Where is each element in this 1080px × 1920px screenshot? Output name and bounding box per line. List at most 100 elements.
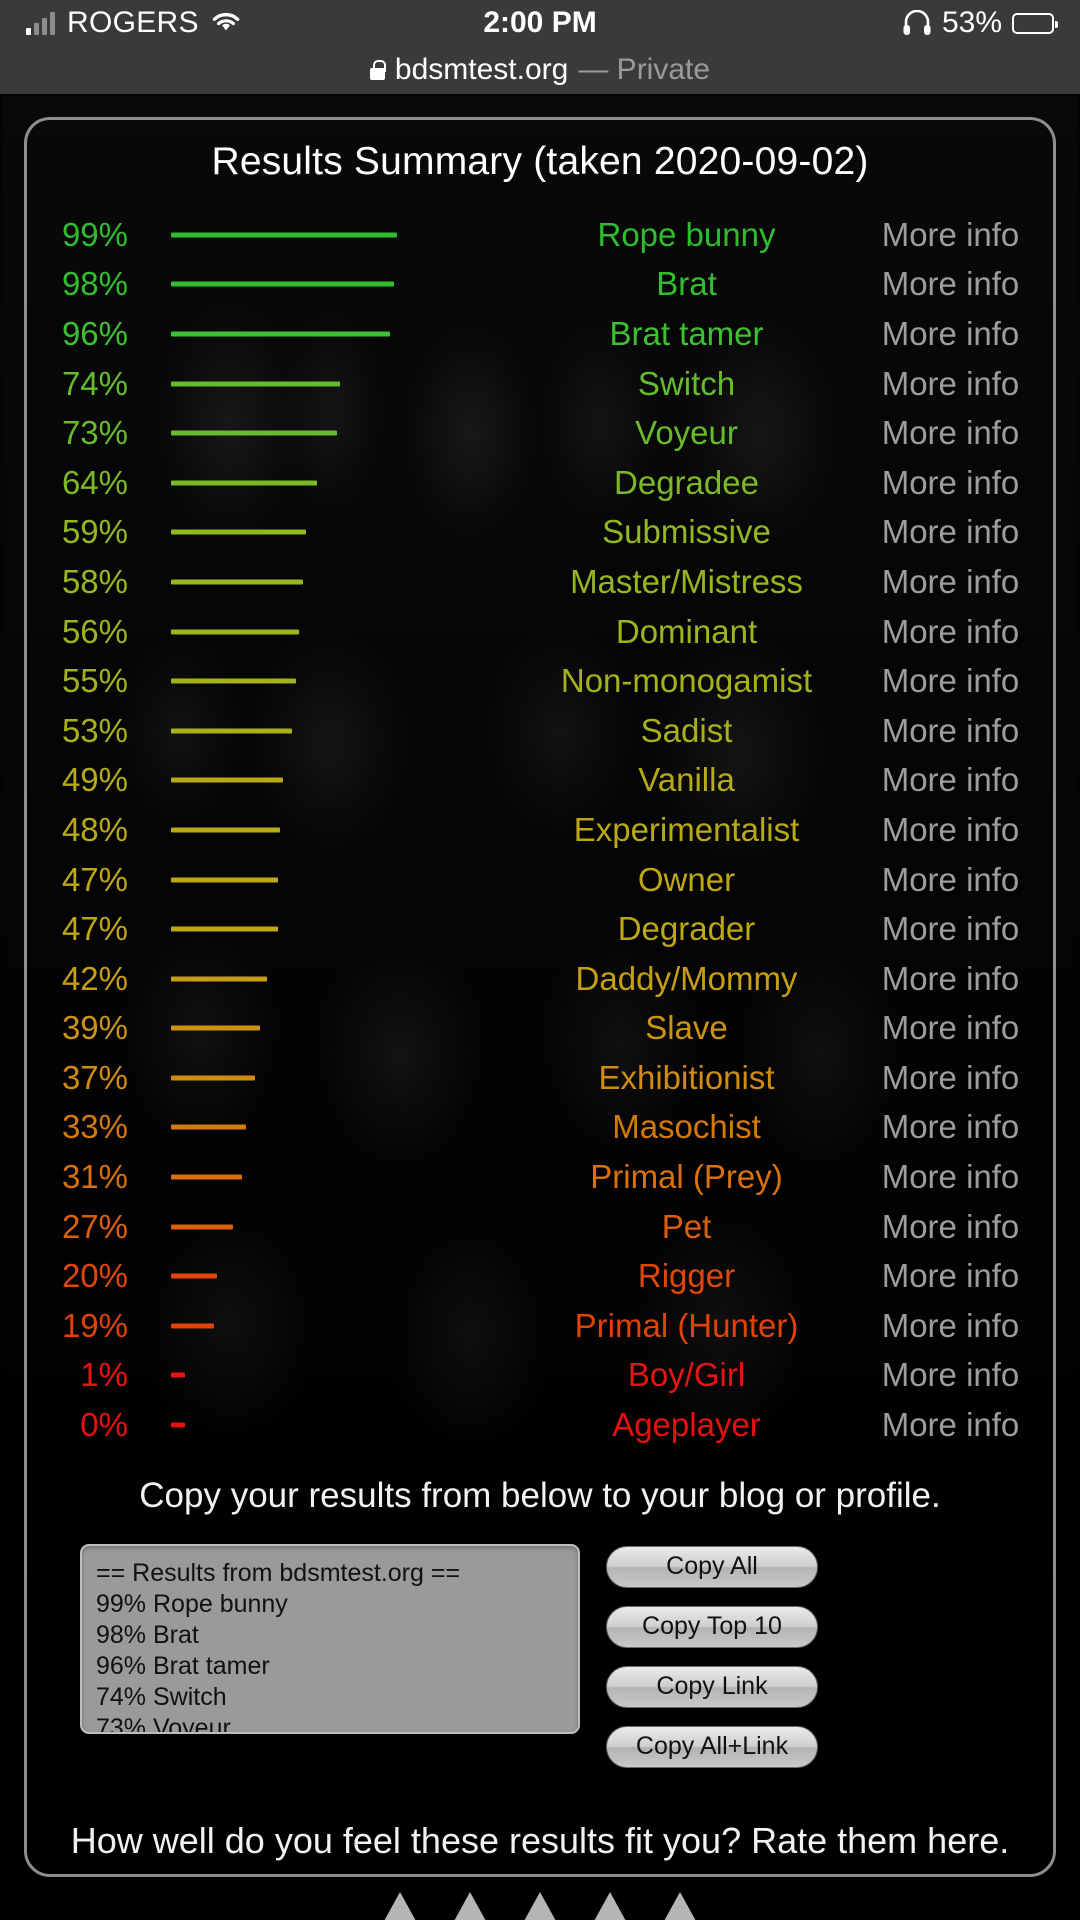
result-bar xyxy=(171,381,340,387)
lock-icon xyxy=(369,60,386,80)
rate-prompt-text: How well do you feel these results fit y… xyxy=(70,1819,1010,1861)
more-info-link[interactable]: More info xyxy=(829,265,1080,303)
more-info-link[interactable]: More info xyxy=(829,662,1080,700)
page-content: Results Summary (taken 2020-09-02) 99% Ro… xyxy=(0,140,1080,1920)
result-bar-cell xyxy=(146,1202,544,1252)
star-icon[interactable] xyxy=(588,1891,632,1920)
result-label: Experimentalist xyxy=(573,810,800,848)
result-bar xyxy=(171,926,279,932)
result-label: Primal (Hunter) xyxy=(574,1306,799,1344)
more-info-link[interactable]: More info xyxy=(829,1059,1080,1097)
ios-status-bar: ROGERS 2:00 PM 53% xyxy=(0,0,1080,46)
result-bar-cell xyxy=(146,260,544,310)
result-bar xyxy=(171,529,306,535)
star-icon[interactable] xyxy=(448,1891,492,1920)
browser-url-bar[interactable]: bdsmtest.org — Private xyxy=(0,46,1080,94)
more-info-link[interactable]: More info xyxy=(829,1108,1080,1146)
more-info-link[interactable]: More info xyxy=(829,1307,1080,1345)
result-row: 56% Dominant More info xyxy=(0,607,1080,657)
more-info-link[interactable]: More info xyxy=(829,960,1080,998)
result-bar-cell xyxy=(146,954,544,1004)
result-bar xyxy=(171,331,390,337)
copy-button-copy-link[interactable]: Copy Link xyxy=(606,1665,818,1708)
star-icon[interactable] xyxy=(658,1891,702,1920)
result-bar-cell xyxy=(146,1400,544,1450)
result-bar xyxy=(171,281,395,287)
result-bar xyxy=(171,1422,185,1428)
more-info-link[interactable]: More info xyxy=(829,365,1080,403)
result-label: Pet xyxy=(661,1207,712,1245)
more-info-link[interactable]: More info xyxy=(829,613,1080,651)
more-info-link[interactable]: More info xyxy=(829,1208,1080,1246)
result-row: 73% Voyeur More info xyxy=(0,408,1080,458)
result-row: 53% Sadist More info xyxy=(0,706,1080,756)
result-row: 37% Exhibitionist More info xyxy=(0,1053,1080,1103)
result-label: Voyeur xyxy=(635,414,738,452)
star-icon[interactable] xyxy=(378,1891,422,1920)
result-percentage: 1% xyxy=(80,1356,128,1394)
more-info-link[interactable]: More info xyxy=(829,811,1080,849)
more-info-link[interactable]: More info xyxy=(829,464,1080,502)
more-info-link[interactable]: More info xyxy=(829,1158,1080,1196)
result-percentage: 33% xyxy=(61,1108,128,1146)
result-row: 19% Primal (Hunter) More info xyxy=(0,1301,1080,1351)
result-label: Sadist xyxy=(640,711,733,749)
result-row: 98% Brat More info xyxy=(0,260,1080,310)
result-percentage: 74% xyxy=(61,364,128,402)
copy-button-copy-all-link[interactable]: Copy All+Link xyxy=(606,1725,818,1768)
result-label: Degradee xyxy=(614,463,759,501)
more-info-link[interactable]: More info xyxy=(829,513,1080,551)
result-percentage: 47% xyxy=(61,860,128,898)
more-info-link[interactable]: More info xyxy=(829,861,1080,899)
more-info-link[interactable]: More info xyxy=(829,414,1080,452)
result-bar-cell xyxy=(146,309,544,359)
page-title: Results Summary (taken 2020-09-02) xyxy=(211,140,869,183)
star-icon[interactable] xyxy=(518,1891,562,1920)
copy-button-copy-all[interactable]: Copy All xyxy=(606,1545,818,1588)
more-info-link[interactable]: More info xyxy=(829,761,1080,799)
copy-area: == Results from bdsmtest.org == 99% Rope … xyxy=(0,1543,1080,1768)
url-domain: bdsmtest.org xyxy=(394,53,569,86)
star-rating-widget[interactable] xyxy=(0,1891,1080,1920)
result-bar xyxy=(171,678,297,684)
result-row: 64% Degradee More info xyxy=(0,458,1080,508)
result-label: Slave xyxy=(645,1009,728,1047)
result-label: Vanilla xyxy=(638,761,735,799)
result-percentage: 64% xyxy=(61,463,128,501)
result-bar-cell xyxy=(146,1053,544,1103)
result-bar-cell xyxy=(146,210,544,260)
more-info-link[interactable]: More info xyxy=(829,216,1080,254)
more-info-link[interactable]: More info xyxy=(829,315,1080,353)
more-info-link[interactable]: More info xyxy=(829,1009,1080,1047)
result-row: 58% Master/Mistress More info xyxy=(0,557,1080,607)
result-row: 0% Ageplayer More info xyxy=(0,1400,1080,1450)
result-bar xyxy=(171,1372,185,1378)
result-percentage: 56% xyxy=(61,612,128,650)
result-bar-cell xyxy=(146,1103,544,1153)
more-info-link[interactable]: More info xyxy=(829,1257,1080,1295)
private-browsing-label: — Private xyxy=(578,53,711,86)
result-label: Primal (Prey) xyxy=(590,1158,783,1196)
copy-buttons-group: Copy All Copy Top 10 Copy Link Copy All+Lin… xyxy=(606,1544,818,1768)
clock-time: 2:00 PM xyxy=(483,6,597,39)
more-info-link[interactable]: More info xyxy=(829,1406,1080,1444)
more-info-link[interactable]: More info xyxy=(829,910,1080,948)
result-percentage: 20% xyxy=(61,1257,128,1295)
result-row: 47% Owner More info xyxy=(0,855,1080,905)
more-info-link[interactable]: More info xyxy=(829,712,1080,750)
result-bar xyxy=(171,480,317,486)
more-info-link[interactable]: More info xyxy=(829,563,1080,601)
result-bar-cell xyxy=(146,607,544,657)
result-percentage: 58% xyxy=(61,562,128,600)
result-row: 99% Rope bunny More info xyxy=(0,210,1080,260)
result-bar-cell xyxy=(146,1152,544,1202)
result-row: 20% Rigger More info xyxy=(0,1251,1080,1301)
result-bar xyxy=(171,629,299,635)
copy-button-copy-top-10[interactable]: Copy Top 10 xyxy=(606,1605,818,1648)
more-info-link[interactable]: More info xyxy=(829,1356,1080,1394)
result-row: 49% Vanilla More info xyxy=(0,756,1080,806)
result-bar-cell xyxy=(146,904,544,954)
results-textarea[interactable]: == Results from bdsmtest.org == 99% Rope … xyxy=(80,1543,580,1734)
textarea-line: 96% Brat tamer xyxy=(96,1651,270,1680)
result-bar-cell xyxy=(146,706,544,756)
